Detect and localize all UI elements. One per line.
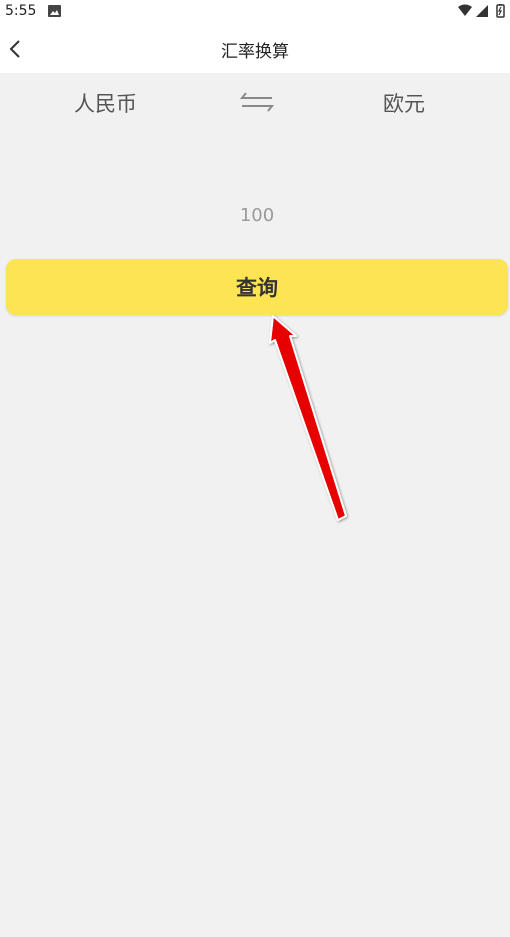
status-time: 5:55 [5, 3, 37, 19]
from-currency-selector[interactable]: 人民币 [74, 88, 137, 118]
currency-selector-row: 人民币 欧元 [0, 73, 510, 133]
battery-icon [496, 4, 505, 18]
signal-icon [476, 5, 488, 17]
gallery-icon [48, 5, 61, 17]
to-currency-selector[interactable]: 欧元 [383, 88, 425, 118]
status-icons [458, 4, 505, 18]
red-arrow-annotation [269, 315, 347, 521]
swap-arrows-icon[interactable] [240, 87, 274, 117]
query-button[interactable]: 查询 [6, 259, 508, 315]
wifi-icon [458, 4, 472, 16]
app-header: 汇率换算 [0, 24, 510, 73]
status-bar: 5:55 [0, 0, 510, 24]
amount-input[interactable] [0, 200, 510, 230]
page-title: 汇率换算 [221, 42, 289, 62]
